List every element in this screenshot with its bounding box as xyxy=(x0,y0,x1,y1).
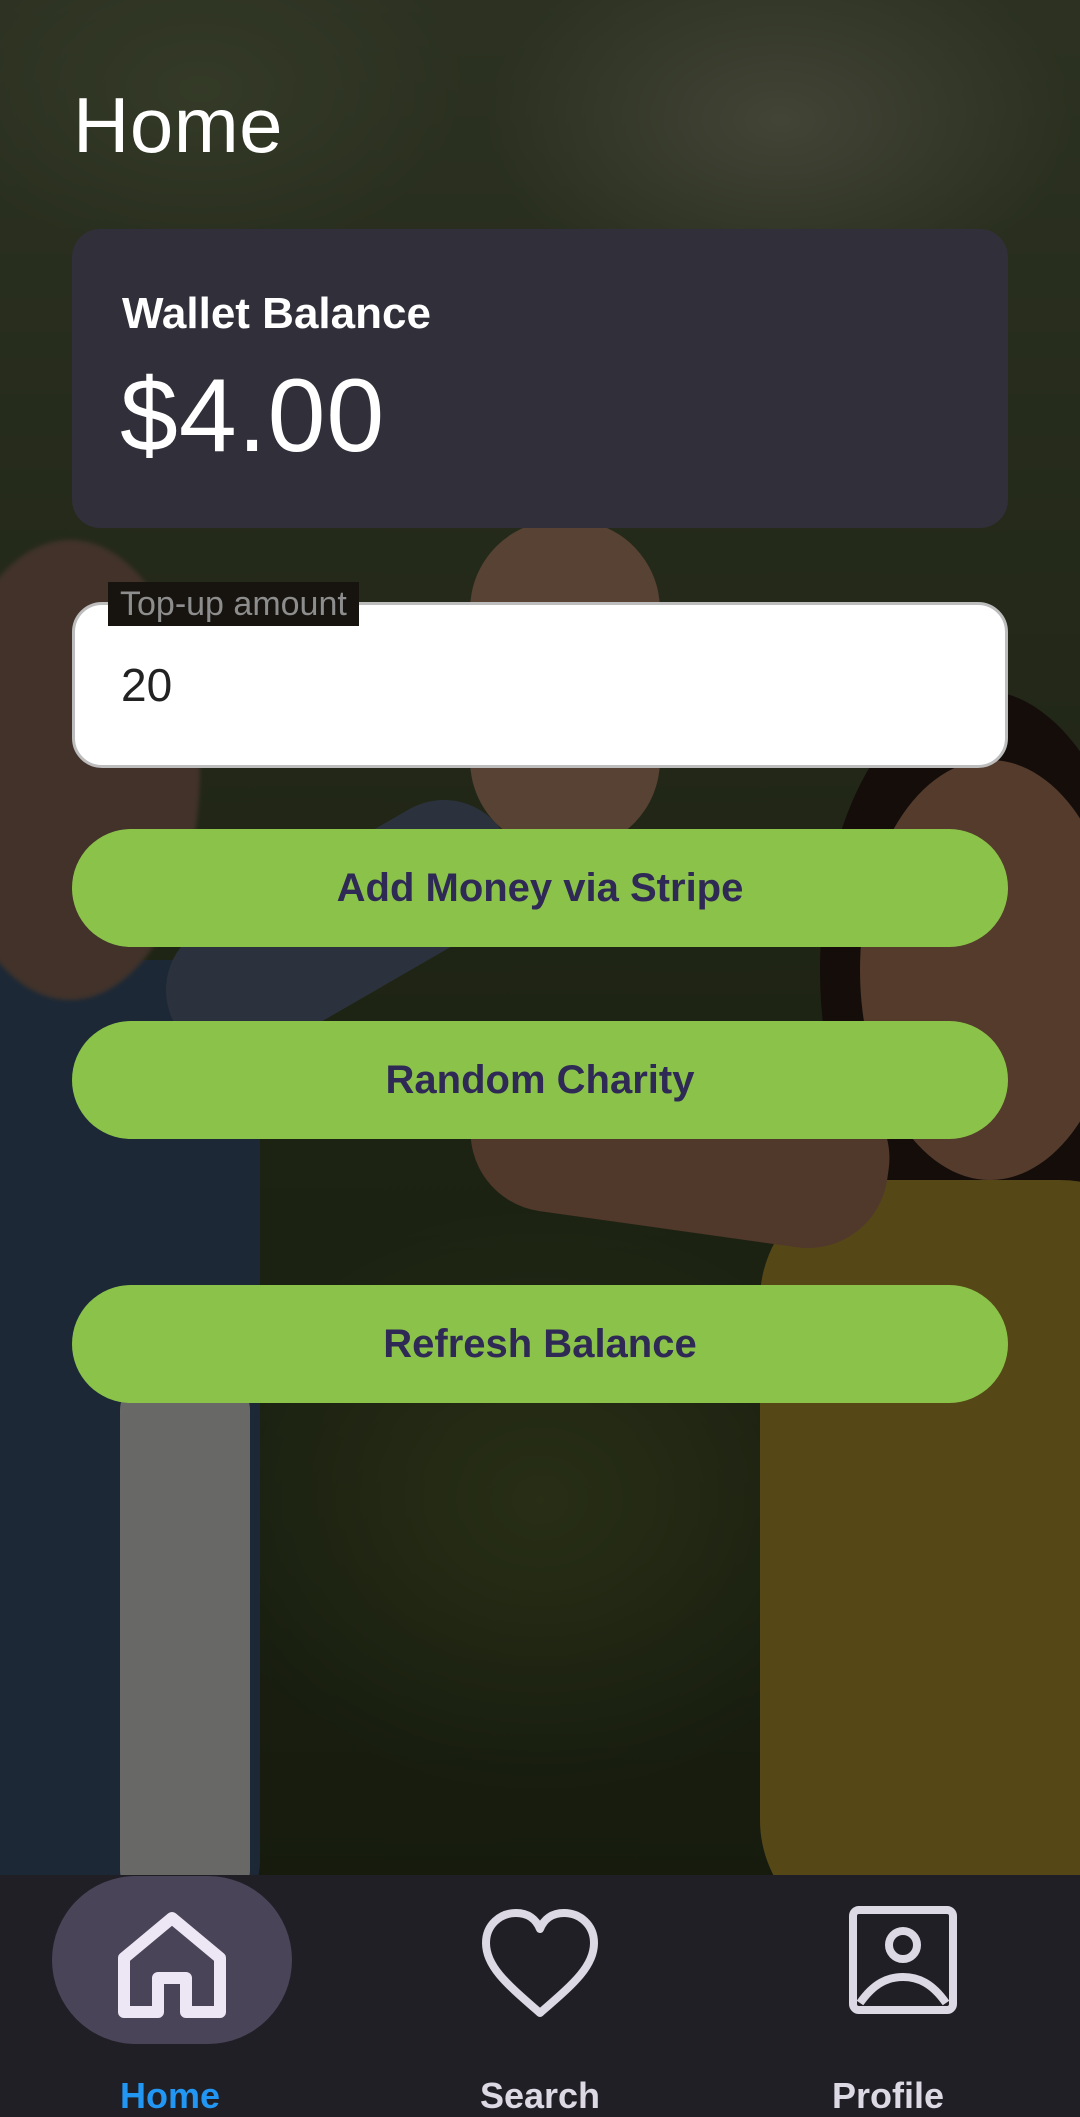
home-icon xyxy=(118,1912,226,2018)
nav-item-home[interactable]: Home xyxy=(0,1875,360,2117)
nav-label-home: Home xyxy=(119,2075,221,2116)
nav-item-search[interactable]: Search xyxy=(360,1875,720,2117)
page-title: Home xyxy=(73,81,284,169)
nav-item-profile[interactable]: Profile xyxy=(720,1875,1080,2117)
heart-icon xyxy=(482,1909,598,2017)
wallet-balance-label: Wallet Balance xyxy=(122,289,431,338)
random-charity-button[interactable]: Random Charity xyxy=(72,1021,1008,1139)
wallet-balance-amount: $4.00 xyxy=(120,358,386,474)
wallet-balance-card: Wallet Balance $4.00 xyxy=(72,229,1008,528)
nav-label-profile: Profile xyxy=(831,2075,945,2116)
account-box-icon xyxy=(849,1906,957,2014)
add-money-stripe-button[interactable]: Add Money via Stripe xyxy=(72,829,1008,947)
nav-label-search: Search xyxy=(479,2075,601,2116)
bottom-navigation-bar: Home Search Profile xyxy=(0,1875,1080,2117)
refresh-balance-button[interactable]: Refresh Balance xyxy=(72,1285,1008,1403)
topup-amount-field-container: Top-up amount xyxy=(72,582,1008,770)
topup-amount-input[interactable] xyxy=(72,602,1008,768)
topup-amount-label: Top-up amount xyxy=(108,582,359,626)
